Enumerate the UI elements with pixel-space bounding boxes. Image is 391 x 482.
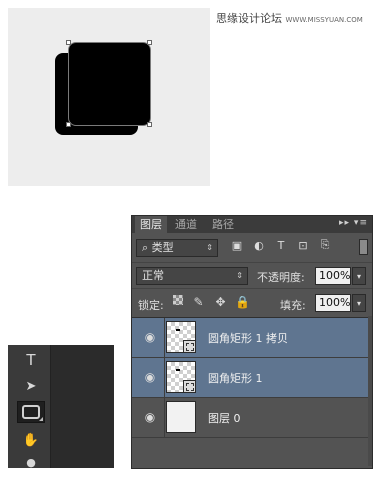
vector-mask-icon <box>183 340 196 353</box>
opacity-dropdown-icon[interactable]: ▾ <box>352 267 366 285</box>
filter-type-label: 类型 <box>151 241 174 254</box>
path-anchor-bottom-left[interactable] <box>66 122 71 127</box>
panel-menu-icon[interactable]: ▸▸ ▾≡ <box>339 218 368 228</box>
adjustment-filter-icon[interactable]: ◐ <box>252 238 266 252</box>
layer-row[interactable]: ◉ 圆角矩形 1 拷贝 <box>132 318 372 358</box>
type-tool-icon[interactable]: T <box>17 349 45 371</box>
watermark-site: WWW.MISSYUAN.COM <box>285 16 363 24</box>
blend-opacity-row: 正常 ⇕ 不透明度: 100% ▾ <box>132 262 372 289</box>
toolbox-panel: T ➤ ✋ ● <box>8 345 114 469</box>
path-anchor-bottom-right[interactable] <box>147 122 152 127</box>
select-arrow-icon: ⇕ <box>236 271 243 280</box>
shape-filter-icon[interactable]: ⊡ <box>296 238 310 252</box>
panel-tab-bar: 图层 通道 路径 ▸▸ ▾≡ <box>132 216 372 233</box>
lock-image-pixels-icon[interactable]: ✎ <box>192 295 205 309</box>
layer-row[interactable]: ◉ 图层 0 <box>132 398 372 438</box>
layer-row[interactable]: ◉ 圆角矩形 1 <box>132 358 372 398</box>
filter-type-select[interactable]: ⌕ 类型 ⇕ <box>136 239 218 257</box>
layer-thumbnail <box>166 401 196 433</box>
fill-label: 填充: <box>280 299 306 312</box>
type-filter-icon[interactable]: T <box>274 238 288 252</box>
image-filter-icon[interactable]: ▣ <box>230 238 244 252</box>
eye-icon[interactable]: ◉ <box>143 370 157 384</box>
smart-object-filter-icon[interactable]: ⎘ <box>318 238 332 252</box>
layer-name[interactable]: 圆角矩形 1 拷贝 <box>208 330 288 346</box>
zoom-tool-icon[interactable]: ● <box>17 451 45 473</box>
tab-channels[interactable]: 通道 <box>170 216 202 233</box>
fill-input[interactable]: 100% <box>315 294 351 312</box>
layer-filter-row: ⌕ 类型 ⇕ ▣ ◐ T ⊡ ⎘ <box>132 234 372 262</box>
select-arrow-icon: ⇕ <box>206 243 213 252</box>
row-divider <box>164 398 165 437</box>
path-anchor-top-left[interactable] <box>66 40 71 45</box>
watermark-text: 思缘设计论坛 <box>216 12 282 25</box>
rounded-rectangle-tool-icon[interactable] <box>17 401 45 423</box>
tab-paths[interactable]: 路径 <box>207 216 239 233</box>
toolbox-strip: T ➤ ✋ ● <box>8 345 51 469</box>
lock-transparent-pixels-icon[interactable] <box>173 295 183 305</box>
lock-fill-row: 锁定: ✎ ✥ 🔒 填充: 100% ▾ <box>132 288 372 318</box>
eye-icon[interactable]: ◉ <box>143 410 157 424</box>
lock-icons: ✎ ✥ 🔒 <box>173 295 250 309</box>
lock-label: 锁定: <box>138 299 164 312</box>
blend-mode-value: 正常 <box>142 269 164 282</box>
opacity-label: 不透明度: <box>257 271 305 284</box>
blend-mode-select[interactable]: 正常 ⇕ <box>136 267 248 285</box>
lock-position-icon[interactable]: ✥ <box>214 295 227 309</box>
eye-icon[interactable]: ◉ <box>143 330 157 344</box>
fill-dropdown-icon[interactable]: ▾ <box>352 294 366 312</box>
path-selection-tool-icon[interactable]: ➤ <box>17 375 45 397</box>
canvas-preview <box>8 8 210 186</box>
watermark: 思缘设计论坛 WWW.MISSYUAN.COM <box>216 10 388 26</box>
opacity-input[interactable]: 100% <box>315 267 351 285</box>
layer-name[interactable]: 图层 0 <box>208 410 241 426</box>
filter-icons: ▣ ◐ T ⊡ ⎘ <box>230 238 332 256</box>
row-divider <box>164 318 165 357</box>
panel-scrollbar[interactable] <box>368 316 372 466</box>
search-icon: ⌕ <box>142 241 149 254</box>
path-anchor-top-right[interactable] <box>147 40 152 45</box>
layers-panel: 图层 通道 路径 ▸▸ ▾≡ ⌕ 类型 ⇕ ▣ ◐ T ⊡ ⎘ 正常 ⇕ 不透明… <box>131 215 373 469</box>
lock-all-icon[interactable]: 🔒 <box>235 295 250 309</box>
hand-tool-icon[interactable]: ✋ <box>17 429 45 451</box>
vector-mask-icon <box>183 380 196 393</box>
tab-layers[interactable]: 图层 <box>135 216 167 233</box>
filter-toggle-switch[interactable] <box>359 239 368 255</box>
layer-name[interactable]: 圆角矩形 1 <box>208 370 263 386</box>
rounded-rectangle-front[interactable] <box>68 42 151 126</box>
row-divider <box>164 358 165 397</box>
